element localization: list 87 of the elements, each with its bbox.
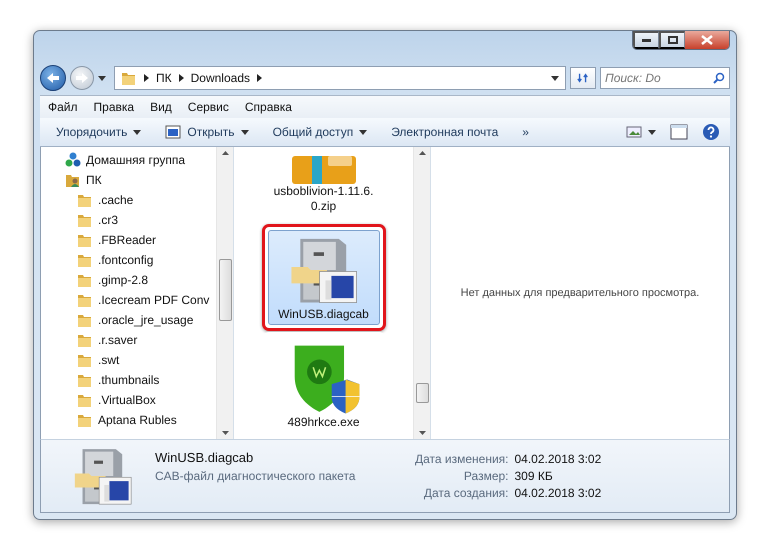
property-value: 04.02.2018 3:02 — [514, 452, 602, 466]
menu-item[interactable]: Сервис — [188, 100, 229, 114]
nav-item[interactable]: .fontconfig — [41, 250, 154, 270]
folder-icon — [77, 292, 93, 308]
back-button[interactable] — [40, 65, 66, 91]
folder-icon — [121, 70, 137, 86]
recent-pages-caret-icon — [98, 76, 106, 80]
search-icon — [713, 72, 725, 84]
address-bar[interactable]: ПК Downloads — [114, 66, 566, 90]
preview-pane-button[interactable] — [670, 124, 688, 140]
file-name: WinUSB.diagcab — [155, 450, 254, 465]
toolbar-button[interactable]: Открыть — [157, 125, 259, 139]
property-value: 04.02.2018 3:02 — [514, 486, 602, 500]
nav-item[interactable]: Домашняя группа — [41, 150, 186, 170]
picture-icon — [626, 126, 642, 138]
chevron-icon — [178, 74, 184, 82]
nav-item[interactable]: Aptana Rubles — [41, 410, 177, 430]
nav-item[interactable]: .FBReader — [41, 230, 156, 250]
menu-item[interactable]: Файл — [48, 100, 78, 114]
scroll-thumb[interactable] — [218, 259, 232, 321]
toolbar-button[interactable]: Электронная почта — [383, 125, 508, 139]
minimize-icon — [642, 38, 651, 42]
scroll-up-icon[interactable] — [418, 151, 426, 155]
refresh-button[interactable] — [570, 67, 596, 89]
nav-item[interactable]: .cr3 — [41, 210, 118, 230]
folder-icon — [77, 372, 93, 388]
forward-arrow-icon — [75, 72, 89, 84]
user-folder-icon — [65, 172, 81, 188]
view-options-button[interactable] — [626, 126, 656, 138]
nav-item[interactable]: .thumbnails — [41, 370, 160, 390]
file-item[interactable]: WinUSB.diagcab — [262, 224, 386, 331]
nav-item[interactable]: ПК — [41, 170, 102, 190]
folder-icon — [77, 192, 93, 208]
caret-icon — [359, 130, 368, 134]
folder-icon — [77, 312, 93, 328]
maximize-button[interactable] — [659, 31, 685, 49]
search-field[interactable]: Поиск: Do — [600, 67, 730, 89]
homegroup-icon — [65, 152, 81, 168]
pane-icon — [670, 124, 688, 140]
minimize-button[interactable] — [633, 31, 659, 49]
preview-message: Нет данных для предварительного просмотра. — [460, 287, 700, 299]
back-arrow-icon — [46, 72, 60, 84]
toolbar-button[interactable]: Упорядочить — [48, 125, 152, 139]
folder-icon — [77, 272, 93, 288]
chevron-icon — [144, 74, 149, 82]
window-icon — [165, 125, 182, 139]
nav-item[interactable]: .cache — [41, 190, 134, 210]
help-button[interactable] — [702, 123, 720, 141]
nav-item[interactable]: .swt — [41, 350, 120, 370]
breadcrumb-item[interactable]: ПК — [156, 71, 172, 85]
scroll-thumb[interactable] — [416, 383, 428, 403]
folder-icon — [77, 232, 93, 248]
scroll-down-icon[interactable] — [222, 431, 228, 435]
file-type: CAB-файл диагностического пакета — [155, 469, 356, 483]
folder-icon — [77, 392, 93, 408]
property-value: 309 КБ — [514, 469, 554, 483]
address-dropdown-caret-icon — [551, 76, 559, 80]
refresh-arrows-icon — [577, 71, 589, 85]
caret-icon — [648, 130, 656, 134]
scroll-down-icon[interactable] — [418, 431, 426, 435]
folder-icon — [77, 412, 93, 428]
caret-icon — [240, 130, 249, 134]
maximize-icon — [668, 36, 678, 44]
folder-icon — [77, 332, 93, 348]
nav-item[interactable]: .Icecream PDF Conv — [41, 290, 210, 310]
close-icon — [701, 35, 713, 45]
toolbar-button[interactable]: Общий доступ — [264, 125, 378, 139]
scroll-up-icon[interactable] — [222, 151, 228, 155]
chevron-icon — [257, 74, 262, 82]
folder-icon — [77, 212, 93, 228]
menu-item[interactable]: Справка — [244, 100, 292, 114]
menu-item[interactable]: Вид — [150, 100, 172, 114]
folder-icon — [77, 252, 93, 268]
caret-icon — [133, 130, 142, 134]
property-label: Дата изменения: — [415, 452, 508, 466]
nav-item[interactable]: .VirtualBox — [41, 390, 156, 410]
nav-item[interactable]: .gimp-2.8 — [41, 270, 148, 290]
menu-item[interactable]: Правка — [94, 100, 134, 114]
close-button[interactable] — [685, 31, 729, 49]
toolbar-button[interactable]: » — [514, 125, 539, 139]
help-icon — [702, 123, 720, 141]
breadcrumb-item[interactable]: Downloads — [190, 71, 250, 85]
property-label: Размер: — [462, 469, 508, 483]
property-label: Дата создания: — [422, 486, 508, 500]
nav-item[interactable]: .oracle_jre_usage — [41, 310, 194, 330]
folder-icon — [77, 352, 93, 368]
nav-item[interactable]: .r.saver — [41, 330, 138, 350]
